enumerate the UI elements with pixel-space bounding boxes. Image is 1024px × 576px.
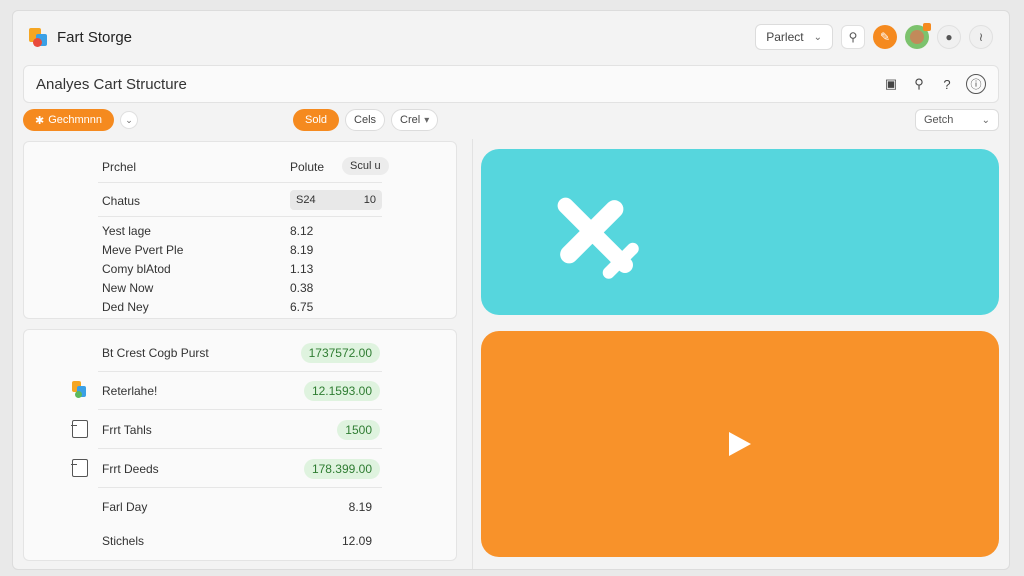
page-header: Analyes Cart Structure ▣ ⚲ ? ⓘ: [23, 65, 999, 103]
list-item[interactable]: Frrt Deeds 178.399.00: [24, 450, 456, 488]
row-label: Meve Pvert Ple: [102, 243, 184, 257]
list-item[interactable]: Frrt Tahls 1500: [24, 411, 456, 449]
toolbar: ✱ Gechmnnn ⌄ Sold Cels Crel ▾ Getch ⌄: [23, 107, 999, 133]
list-item[interactable]: Farl Day 8.19: [24, 488, 456, 526]
app-window: Fart Storge Parlect ⌄ ⚲ ✎ ● ≀ Analyes Ca…: [12, 10, 1010, 570]
list-item-label: Frrt Tahls: [102, 423, 152, 437]
filter-chip-1-label: Cels: [354, 114, 377, 126]
document-icon: [71, 459, 88, 477]
help-icon[interactable]: ?: [938, 75, 956, 93]
list-item-value: 12.09: [341, 534, 372, 548]
row-value: 6.75: [290, 300, 314, 314]
row-value: 0.38: [290, 281, 314, 295]
header-label: Prchel: [102, 160, 137, 174]
search-icon[interactable]: ⚲: [841, 25, 865, 49]
list-item[interactable]: Reterlahe! 12.1593.00: [24, 372, 456, 410]
filter-chip-2[interactable]: Crel ▾: [391, 109, 439, 131]
row-label: New Now: [102, 281, 154, 295]
list-item-label: Farl Day: [102, 500, 148, 514]
header-pill[interactable]: Scul u: [342, 157, 389, 175]
status-field[interactable]: S24 10: [290, 190, 382, 210]
filter-chip-1[interactable]: Cels: [345, 109, 386, 131]
avatar[interactable]: [905, 23, 931, 49]
filter-chip-2-label: Crel: [400, 114, 421, 126]
app-bar: Fart Storge Parlect ⌄ ⚲ ✎ ● ≀: [13, 11, 1009, 63]
app-icon: [72, 381, 88, 399]
sold-button[interactable]: Sold: [293, 109, 340, 131]
list-item-label: Frrt Deeds: [102, 462, 159, 476]
chevron-down-icon: ⌄: [981, 114, 990, 126]
list-item[interactable]: Stichels 12.09: [24, 522, 456, 560]
list-item-value: 8.19: [348, 500, 372, 514]
row-value: 1.13: [290, 262, 314, 276]
row-label: Yest lage: [102, 224, 151, 238]
project-select-value: Parlect: [766, 30, 804, 44]
summary-panel: Prchel Polute Scul u Chatus S24 10 Yest …: [23, 141, 457, 319]
app-logo-icon: [29, 26, 49, 48]
info-icon[interactable]: ⓘ: [966, 74, 986, 94]
list-item-value: 178.399.00: [303, 459, 380, 479]
primary-action-label: Gechmnnn: [48, 114, 103, 126]
sold-button-label: Sold: [305, 114, 328, 126]
chevron-down-icon: ▾: [424, 114, 430, 126]
list-item-label: Stichels: [102, 534, 145, 548]
status-label: Chatus: [102, 194, 141, 208]
notification-badge: [923, 23, 931, 31]
airplane-icon: [557, 197, 639, 279]
shield-icon[interactable]: ●: [937, 25, 961, 49]
header-value: Polute: [290, 160, 325, 174]
page-title: Analyes Cart Structure: [36, 75, 187, 93]
list-item-value: 1737572.00: [300, 343, 380, 363]
row-value: 8.19: [290, 243, 314, 257]
video-card[interactable]: [481, 331, 999, 557]
chevron-down-icon: ⌄: [813, 31, 822, 43]
list-item-value: 1500: [337, 420, 380, 440]
status-value-right: 10: [363, 194, 376, 206]
column-divider: [472, 139, 473, 569]
row-value: 8.12: [290, 224, 314, 238]
window-icon[interactable]: ▣: [882, 75, 900, 93]
row-label: Comy blAtod: [102, 262, 171, 276]
play-icon[interactable]: [729, 432, 751, 456]
star-icon: ✱: [35, 114, 45, 127]
list-item-label: Bt Crest Cogb Purst: [102, 346, 209, 360]
fetch-select[interactable]: Getch ⌄: [915, 109, 999, 131]
document-icon: [71, 420, 88, 438]
primary-action-button[interactable]: ✱ Gechmnnn: [23, 109, 115, 131]
list-item-label: Reterlahe!: [102, 384, 158, 398]
settings-icon[interactable]: ≀: [969, 25, 993, 49]
search-icon[interactable]: ⚲: [910, 75, 928, 93]
project-select[interactable]: Parlect ⌄: [755, 24, 833, 50]
flight-card[interactable]: [481, 149, 999, 315]
fetch-select-value: Getch: [924, 114, 954, 126]
app-title: Fart Storge: [57, 28, 133, 46]
chevron-down-icon[interactable]: ⌄: [120, 111, 139, 129]
status-value-left: S24: [296, 194, 316, 206]
list-item[interactable]: Bt Crest Cogb Purst 1737572.00: [24, 334, 456, 372]
list-item-value: 12.1593.00: [303, 381, 380, 401]
row-label: Ded Ney: [102, 300, 149, 314]
totals-panel: Bt Crest Cogb Purst 1737572.00 Reterlahe…: [23, 329, 457, 561]
edit-icon[interactable]: ✎: [873, 25, 897, 49]
